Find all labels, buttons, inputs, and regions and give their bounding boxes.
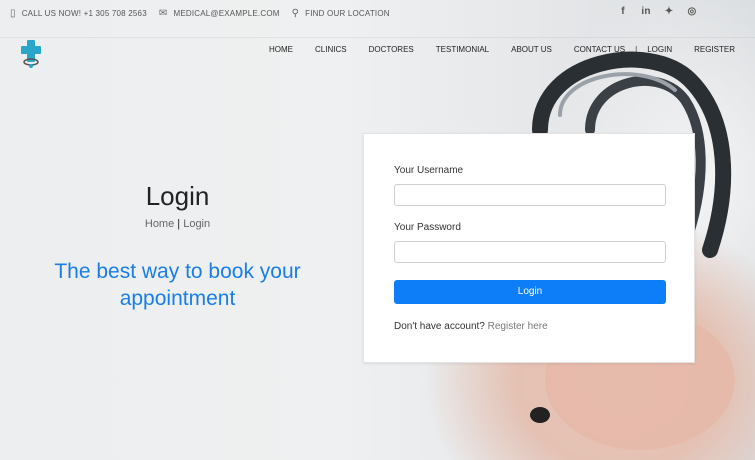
hero-tagline: The best way to book your appointment: [54, 260, 301, 310]
location-text: FIND OUR LOCATION: [305, 9, 390, 18]
mobile-phone-icon: ▯: [10, 8, 16, 19]
nav-home[interactable]: HOME: [269, 45, 293, 54]
nav-login[interactable]: LOGIN: [647, 45, 672, 54]
medical-cross-logo[interactable]: [18, 40, 44, 68]
email-text: MEDICAL@EXAMPLE.COM: [173, 9, 280, 18]
facebook-icon[interactable]: f: [618, 6, 628, 17]
login-card: Your Username Your Password Login Don't …: [363, 133, 695, 363]
breadcrumb: Home | Login: [0, 218, 355, 230]
password-input[interactable]: [394, 241, 666, 263]
main-navigation: HOME CLINICS DOCTORES TESTIMONIAL ABOUT …: [269, 45, 755, 54]
login-submit-button[interactable]: Login: [394, 280, 666, 304]
password-label: Your Password: [394, 222, 461, 233]
nav-register[interactable]: REGISTER: [694, 45, 735, 54]
phone-text: CALL US NOW! +1 305 708 2563: [21, 9, 147, 18]
username-input[interactable]: [394, 184, 666, 206]
twitter-icon[interactable]: ✦: [664, 6, 674, 17]
register-prompt: Don't have account? Register here: [394, 321, 548, 332]
no-account-text: Don't have account?: [394, 321, 485, 332]
breadcrumb-separator: |: [174, 218, 184, 230]
email-contact[interactable]: ✉ MEDICAL@EXAMPLE.COM: [159, 8, 280, 19]
breadcrumb-current: Login: [183, 218, 211, 230]
nav-contact-us[interactable]: CONTACT US: [574, 45, 625, 54]
nav-clinics[interactable]: CLINICS: [315, 45, 347, 54]
username-label: Your Username: [394, 165, 464, 176]
social-links: f in ✦ ◎: [618, 6, 697, 17]
nav-testimonial[interactable]: TESTIMONIAL: [436, 45, 489, 54]
nav-separator: |: [635, 45, 638, 54]
page-title: Login: [145, 181, 210, 211]
breadcrumb-home-link[interactable]: Home: [145, 218, 174, 230]
contact-topbar: ▯ CALL US NOW! +1 305 708 2563 ✉ MEDICAL…: [0, 0, 755, 27]
envelope-icon: ✉: [158, 8, 168, 19]
map-marker-icon: ⚲: [291, 8, 300, 19]
phone-contact[interactable]: ▯ CALL US NOW! +1 305 708 2563: [10, 8, 147, 19]
header-divider: [0, 37, 755, 38]
nav-about-us[interactable]: ABOUT US: [511, 45, 552, 54]
location-contact[interactable]: ⚲ FIND OUR LOCATION: [292, 8, 390, 19]
nav-doctores[interactable]: DOCTORES: [369, 45, 414, 54]
linkedin-icon[interactable]: in: [641, 6, 651, 17]
instagram-icon[interactable]: ◎: [687, 6, 697, 17]
register-link[interactable]: Register here: [488, 321, 548, 332]
